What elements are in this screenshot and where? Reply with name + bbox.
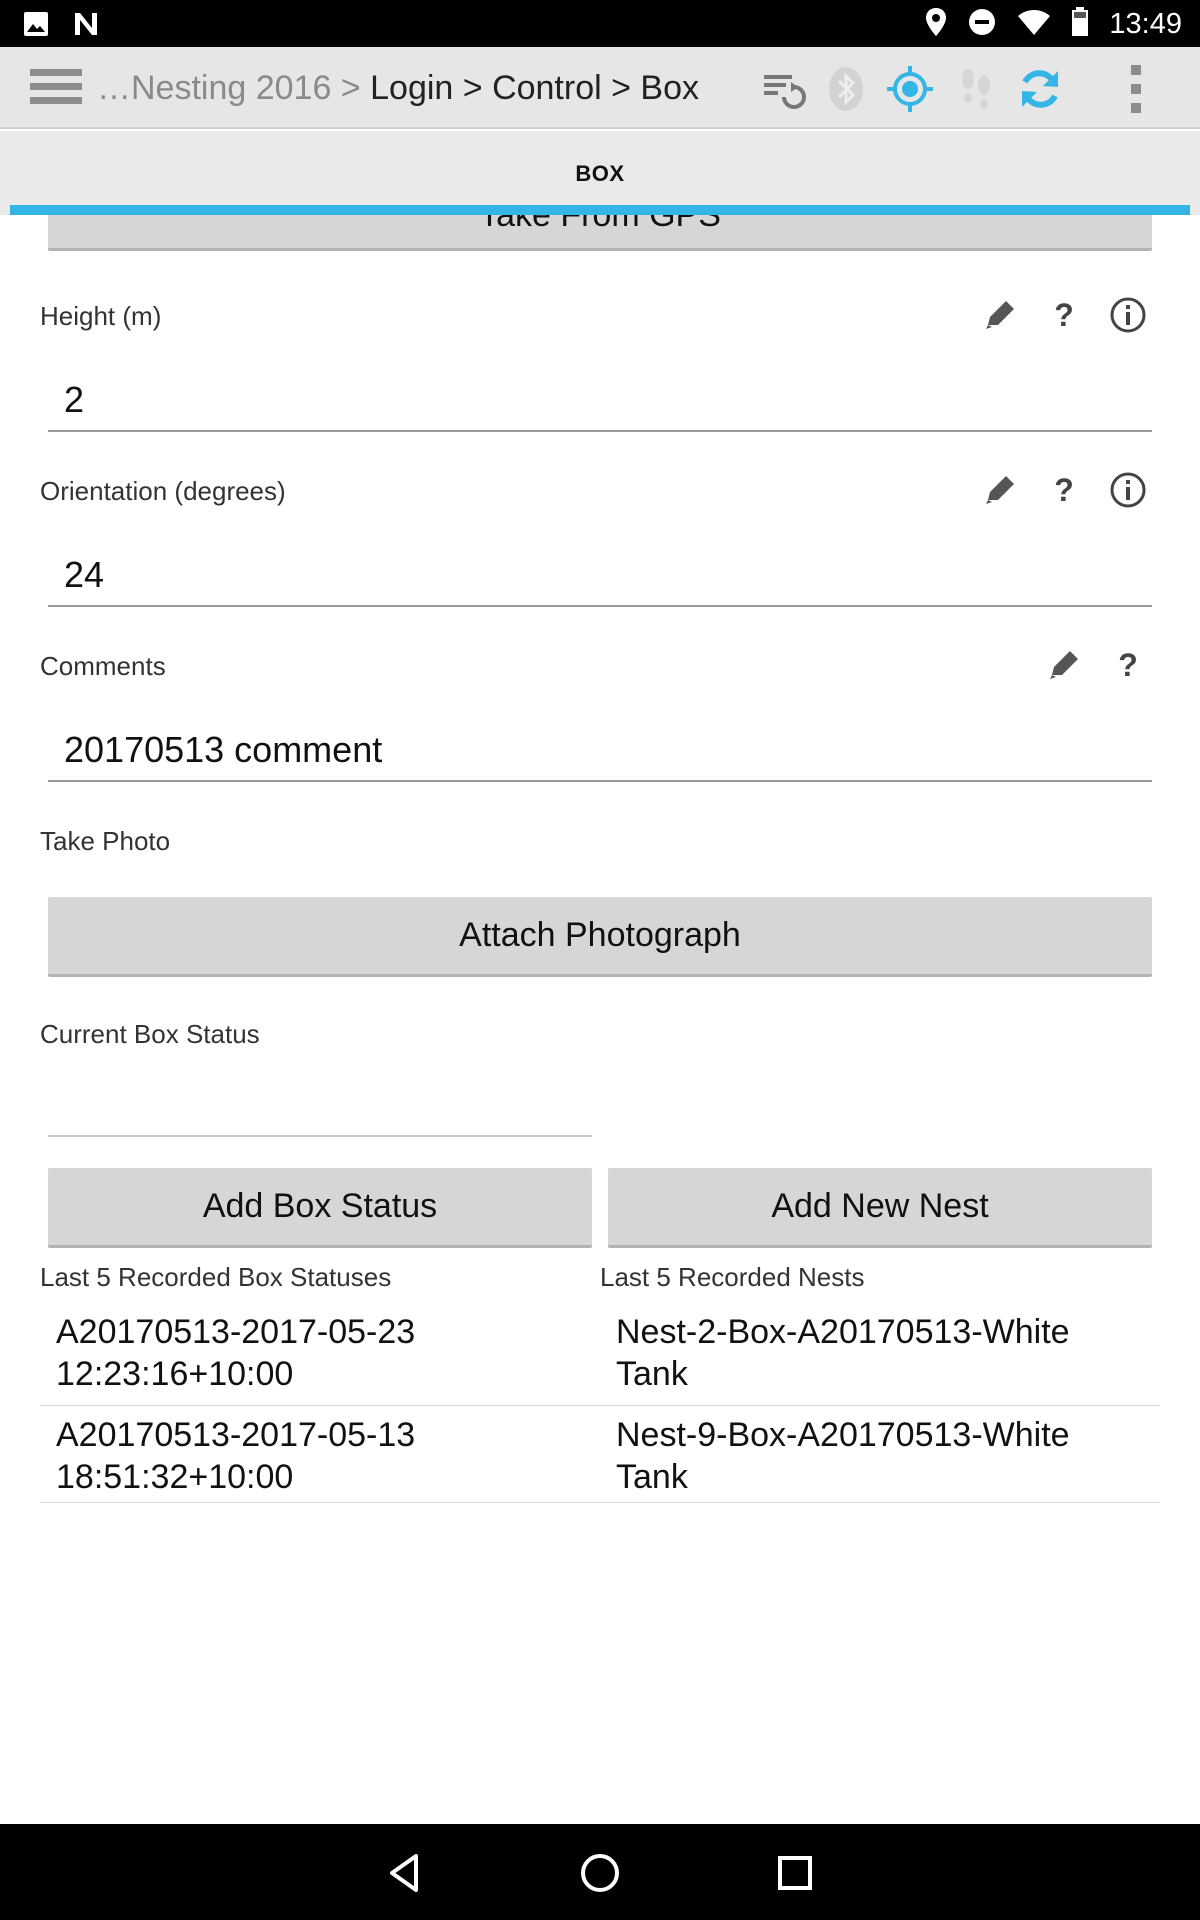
list-item-line: Tank <box>616 1458 688 1496</box>
breadcrumb[interactable]: …Nesting 2016 > Login > Control > Box <box>97 69 699 108</box>
orientation-label: Orientation (degrees) <box>40 476 286 506</box>
info-icon[interactable] <box>1108 295 1148 335</box>
nest-list-item[interactable]: Nest-9-Box-A20170513-White Tank <box>600 1406 1160 1503</box>
sync-list-icon[interactable] <box>758 65 806 113</box>
location-pin-icon <box>925 7 947 42</box>
navigation-bar <box>0 1824 1200 1920</box>
current-box-status-label: Current Box Status <box>40 1019 260 1049</box>
box-statuses-list-title: Last 5 Recorded Box Statuses <box>40 1262 392 1292</box>
pencil-icon[interactable] <box>980 295 1020 335</box>
breadcrumb-path: Login > Control > Box <box>370 69 700 107</box>
current-box-status-input[interactable] <box>48 1077 592 1137</box>
box-status-list-item[interactable]: A20170513-2017-05-13 18:51:32+10:00 <box>40 1406 600 1503</box>
overflow-menu-icon[interactable] <box>1112 65 1160 113</box>
wifi-icon <box>1017 8 1051 41</box>
clock: 13:49 <box>1109 8 1182 40</box>
svg-text:?: ? <box>1054 297 1074 333</box>
form-content[interactable]: Take From GPS Height (m) ? 2 Orientation… <box>0 215 1200 1825</box>
tab-bar: BOX <box>0 131 1200 215</box>
comments-input[interactable]: 20170513 comment <box>48 722 1152 782</box>
pencil-icon[interactable] <box>1044 645 1084 685</box>
bluetooth-icon[interactable] <box>822 65 870 113</box>
help-icon[interactable]: ? <box>1044 470 1084 510</box>
back-icon[interactable] <box>380 1848 430 1898</box>
height-input[interactable]: 2 <box>48 372 1152 432</box>
list-item-line: Nest-9-Box-A20170513-White <box>616 1416 1070 1454</box>
pencil-icon[interactable] <box>980 470 1020 510</box>
info-icon[interactable] <box>1108 470 1148 510</box>
list-item-line: 18:51:32+10:00 <box>56 1458 294 1496</box>
hamburger-menu-icon[interactable] <box>30 69 82 109</box>
home-icon[interactable] <box>575 1848 625 1898</box>
help-icon[interactable]: ? <box>1044 295 1084 335</box>
app-screen: 13:49 …Nesting 2016 > Login > Control > … <box>0 0 1200 1920</box>
app-toolbar: …Nesting 2016 > Login > Control > Box <box>0 47 1200 129</box>
image-icon <box>22 10 50 43</box>
box-status-list-item[interactable]: A20170513-2017-05-23 12:23:16+10:00 <box>40 1301 600 1406</box>
refresh-icon[interactable] <box>1016 65 1064 113</box>
nests-list-title: Last 5 Recorded Nests <box>600 1262 865 1292</box>
gps-target-icon[interactable] <box>886 65 934 113</box>
tab-indicator <box>10 205 1190 215</box>
breadcrumb-faded: …Nesting 2016 > <box>97 69 371 107</box>
list-item-line: Nest-2-Box-A20170513-White <box>616 1313 1070 1351</box>
help-icon[interactable]: ? <box>1108 645 1148 685</box>
add-new-nest-button[interactable]: Add New Nest <box>608 1168 1152 1248</box>
svg-text:?: ? <box>1054 472 1074 508</box>
recent-apps-icon[interactable] <box>770 1848 820 1898</box>
orientation-input[interactable]: 24 <box>48 547 1152 607</box>
attach-photograph-button[interactable]: Attach Photograph <box>48 897 1152 977</box>
status-bar: 13:49 <box>0 0 1200 47</box>
n-logo-icon <box>72 10 100 43</box>
footsteps-icon[interactable] <box>952 65 1000 113</box>
comments-label: Comments <box>40 651 166 681</box>
list-item-line: A20170513-2017-05-23 <box>56 1313 416 1351</box>
height-label: Height (m) <box>40 301 162 331</box>
battery-icon <box>1071 7 1089 42</box>
take-from-gps-button[interactable]: Take From GPS <box>48 215 1152 251</box>
svg-text:?: ? <box>1118 647 1138 683</box>
take-photo-label: Take Photo <box>40 826 171 856</box>
list-item-line: 12:23:16+10:00 <box>56 1355 294 1393</box>
add-box-status-button[interactable]: Add Box Status <box>48 1168 592 1248</box>
list-item-line: A20170513-2017-05-13 <box>56 1416 416 1454</box>
nest-list-item[interactable]: Nest-2-Box-A20170513-White Tank <box>600 1301 1160 1406</box>
list-item-line: Tank <box>616 1355 688 1393</box>
tab-box[interactable]: BOX <box>0 161 1200 187</box>
do-not-disturb-icon <box>967 7 997 42</box>
